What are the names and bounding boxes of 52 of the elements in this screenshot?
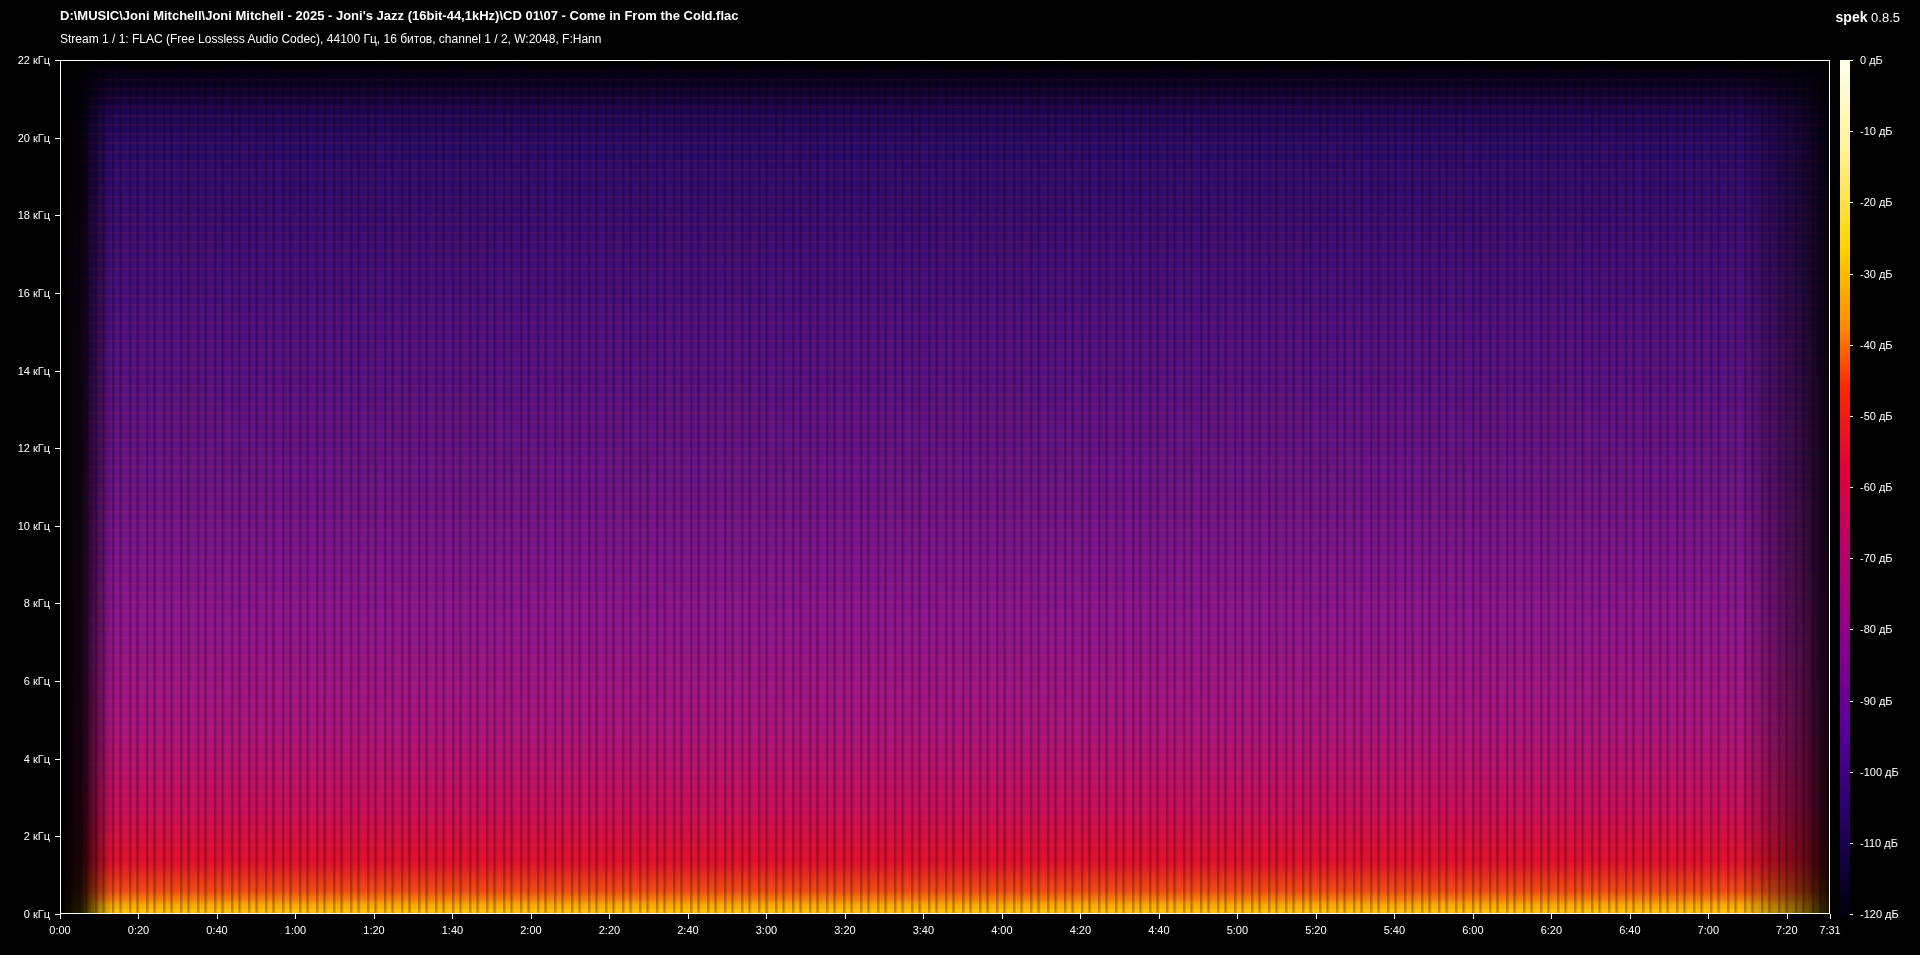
decibel-tick-label: -10 дБ xyxy=(1860,125,1893,138)
decibel-tick-label: -40 дБ xyxy=(1860,338,1893,351)
time-tick-label: 3:40 xyxy=(912,924,935,936)
time-tick-label: 5:00 xyxy=(1226,924,1249,936)
file-path-title: D:\MUSIC\Joni Mitchell\Joni Mitchell - 2025 - Joni's Jazz (16bit-44,1kHz)\CD 01\07 - Come in From the Cold.flac xyxy=(60,8,739,23)
frequency-tick-label: 16 кГц xyxy=(17,286,50,299)
time-tick-label: 4:40 xyxy=(1148,924,1170,936)
frequency-tick-label: 4 кГц xyxy=(23,752,50,765)
time-tick-label: 0:20 xyxy=(127,924,150,936)
time-tick-label: 1:00 xyxy=(284,924,307,936)
time-tick-label: 5:40 xyxy=(1383,924,1406,936)
decibel-tick-label: 0 дБ xyxy=(1860,54,1883,66)
time-tick-label: 4:20 xyxy=(1069,924,1092,936)
time-tick-label: 6:20 xyxy=(1540,924,1563,936)
time-tick-label: 2:20 xyxy=(598,924,621,936)
frequency-tick-label: 8 кГц xyxy=(23,597,50,610)
time-tick-label: 6:00 xyxy=(1462,924,1484,936)
time-tick-label: 1:20 xyxy=(363,924,385,936)
frequency-tick-label: 22 кГц xyxy=(17,54,50,66)
frequency-tick-label: 18 кГц xyxy=(17,209,50,222)
decibel-tick-label: -20 дБ xyxy=(1860,196,1893,209)
decibel-tick-label: -120 дБ xyxy=(1860,908,1899,920)
decibel-tick-label: -80 дБ xyxy=(1860,623,1893,636)
decibel-tick-label: -50 дБ xyxy=(1860,409,1893,422)
time-tick-label: 0:40 xyxy=(206,924,228,936)
time-tick-label: 1:40 xyxy=(441,924,464,936)
time-tick-label: 7:20 xyxy=(1776,924,1798,936)
decibel-tick-label: -100 дБ xyxy=(1860,765,1899,778)
frequency-tick-label: 14 кГц xyxy=(17,364,50,377)
decibel-tick-label: -30 дБ xyxy=(1860,267,1893,280)
frequency-tick-label: 2 кГц xyxy=(23,830,50,843)
stream-info: Stream 1 / 1: FLAC (Free Lossless Audio Codec), 44100 Гц, 16 битов, channel 1 / 2, W:2048, F:Hann xyxy=(60,32,603,46)
time-tick-label: 4:00 xyxy=(991,924,1013,936)
time-tick-label: 2:40 xyxy=(677,924,699,936)
decibel-tick-label: -60 дБ xyxy=(1860,481,1893,493)
time-tick-label: 7:31 xyxy=(1819,924,1841,936)
decibel-tick-label: -110 дБ xyxy=(1860,836,1898,849)
time-tick-label: 2:00 xyxy=(520,924,542,936)
frequency-tick-label: 10 кГц xyxy=(17,519,50,532)
time-tick-label: 0:00 xyxy=(49,924,71,936)
frequency-tick-label: 0 кГц xyxy=(23,908,50,920)
frequency-tick-label: 12 кГц xyxy=(17,442,50,455)
decibel-tick-label: -90 дБ xyxy=(1860,694,1893,707)
frequency-tick-label: 6 кГц xyxy=(23,675,50,688)
time-tick-label: 3:20 xyxy=(834,924,856,936)
time-tick-label: 5:20 xyxy=(1305,924,1327,936)
frequency-tick-label: 20 кГц xyxy=(17,131,50,144)
time-tick-label: 7:00 xyxy=(1697,924,1720,936)
app-version-label: spek 0.8.5 xyxy=(1835,9,1900,25)
decibel-tick-label: -70 дБ xyxy=(1860,552,1893,565)
time-tick-label: 6:40 xyxy=(1619,924,1641,936)
time-tick-label: 3:00 xyxy=(755,924,778,936)
